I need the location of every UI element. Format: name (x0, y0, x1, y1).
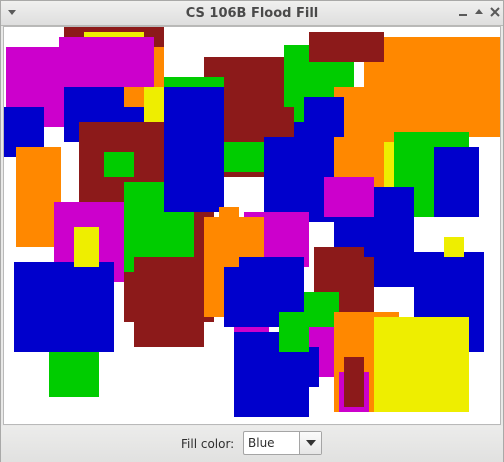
colored-rectangle[interactable] (14, 262, 114, 352)
fill-color-selected-value: Blue (248, 436, 275, 450)
colored-rectangle[interactable] (254, 107, 294, 137)
fill-color-label: Fill color: (181, 437, 235, 451)
drawing-canvas[interactable] (3, 26, 501, 425)
control-bar: Fill color: Blue (1, 426, 503, 462)
colored-rectangle[interactable] (434, 147, 479, 217)
close-icon[interactable] (487, 4, 503, 20)
app-window: CS 106B Flood Fill Fill color: Blue (0, 0, 504, 462)
colored-rectangle[interactable] (219, 207, 239, 267)
rectangles-layer[interactable] (4, 27, 501, 425)
colored-rectangle[interactable] (164, 157, 224, 212)
maximize-icon[interactable] (471, 4, 487, 20)
chevron-down-icon (306, 440, 316, 446)
colored-rectangle[interactable] (74, 227, 99, 267)
title-bar[interactable]: CS 106B Flood Fill (1, 1, 503, 26)
colored-rectangle[interactable] (59, 37, 154, 87)
colored-rectangle[interactable] (284, 347, 319, 387)
minimize-icon[interactable] (455, 4, 471, 20)
colored-rectangle[interactable] (344, 357, 364, 407)
window-title: CS 106B Flood Fill (185, 6, 319, 21)
colored-rectangle[interactable] (304, 97, 344, 137)
colored-rectangle[interactable] (444, 237, 464, 257)
colored-rectangle[interactable] (374, 317, 469, 412)
colored-rectangle[interactable] (104, 152, 134, 177)
colored-rectangle[interactable] (309, 32, 384, 62)
fill-color-select[interactable]: Blue (243, 431, 322, 455)
colored-rectangle[interactable] (49, 352, 99, 397)
colored-rectangle[interactable] (279, 312, 309, 352)
colored-rectangle[interactable] (134, 257, 204, 347)
colored-rectangle[interactable] (324, 177, 374, 217)
fill-color-dropdown-button[interactable] (299, 432, 321, 454)
